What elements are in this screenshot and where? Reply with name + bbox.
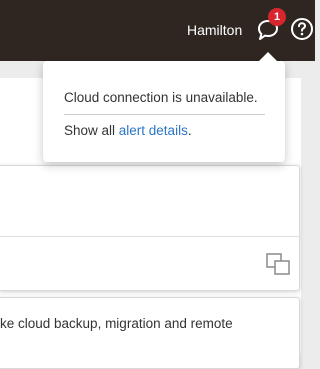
- user-name[interactable]: Hamilton: [187, 21, 242, 39]
- card-divider: [0, 236, 299, 237]
- popover-divider: [64, 114, 265, 115]
- alert-message: Cloud connection is unavailable.: [64, 90, 258, 105]
- alert-popover: Cloud connection is unavailable. Show al…: [43, 61, 285, 162]
- copy-button[interactable]: [266, 253, 292, 277]
- show-all-prefix: Show all: [64, 123, 119, 138]
- alerts-count-badge: 1: [268, 8, 286, 26]
- card: [0, 297, 300, 369]
- popover-caret: [258, 52, 278, 62]
- question-circle-icon: [291, 18, 313, 40]
- card: [0, 165, 300, 291]
- show-all-alerts: Show all alert details.: [64, 123, 192, 138]
- show-all-suffix: .: [187, 123, 192, 138]
- alert-details-link[interactable]: alert details: [119, 123, 188, 138]
- card-description: ke cloud backup, migration and remote: [0, 316, 233, 331]
- help-button[interactable]: [290, 17, 314, 41]
- copy-icon: [266, 253, 290, 275]
